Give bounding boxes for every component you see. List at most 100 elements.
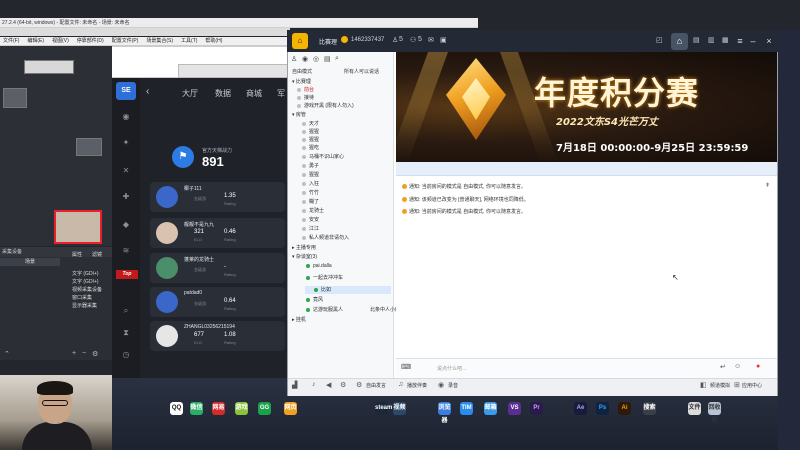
tree-group[interactable]: ▸ 主播专用: [292, 244, 316, 252]
tim-icon[interactable]: TIM: [460, 402, 473, 415]
close-button[interactable]: ×: [762, 34, 776, 48]
puzzle-icon[interactable]: ✚: [121, 192, 131, 202]
chevron-up-icon[interactable]: ⌃: [4, 350, 10, 358]
mic-icon[interactable]: ♪: [312, 381, 316, 388]
tree-item[interactable]: 江江: [302, 225, 319, 233]
search-icon[interactable]: ⌕: [335, 55, 339, 63]
vs-icon[interactable]: VS: [508, 402, 521, 415]
tree-user[interactable]: pai.dalla: [306, 262, 332, 270]
steam-icon[interactable]: steam: [375, 402, 392, 415]
tab-lobby[interactable]: 大厅: [182, 88, 198, 99]
source-item[interactable]: 窗口采集: [72, 294, 92, 301]
source-item[interactable]: 显示器采集: [72, 302, 97, 309]
edge-icon[interactable]: 浏览器: [438, 402, 451, 424]
tree-item[interactable]: 安安: [302, 216, 319, 224]
message-input-placeholder[interactable]: 说点什么吧...: [437, 365, 466, 372]
channel-sim-button[interactable]: 频道模拟: [710, 382, 730, 389]
tree-item[interactable]: 猩吃: [302, 144, 319, 152]
list-icon[interactable]: ▤: [324, 55, 331, 63]
channel-sim-icon[interactable]: ◧: [700, 381, 707, 389]
tree-user[interactable]: 竟风: [306, 296, 323, 304]
mic-icon[interactable]: ●: [756, 363, 760, 370]
send-icon[interactable]: ↵: [720, 363, 726, 371]
after-effects-icon[interactable]: Ae: [574, 402, 587, 415]
menu-profile[interactable]: 配置文件(P): [112, 37, 139, 45]
tree-item[interactable]: 马桶不识山家心: [302, 153, 344, 161]
menu-dock[interactable]: 停靠部件(D): [77, 37, 104, 45]
add-icon[interactable]: +: [72, 350, 76, 357]
minimize-button[interactable]: –: [746, 34, 760, 48]
chat-bubble-icon[interactable]: ▦: [722, 36, 729, 44]
tab-data[interactable]: 数据: [215, 88, 231, 99]
gg-icon[interactable]: GG: [258, 402, 271, 415]
source-item[interactable]: 视频采集设备: [72, 286, 102, 293]
gear-icon[interactable]: ⚙: [356, 381, 362, 389]
emoji-icon[interactable]: ☺: [734, 363, 741, 370]
music-icon[interactable]: ♫: [398, 381, 403, 388]
filters-button[interactable]: 滤镜: [92, 251, 102, 258]
tree-item[interactable]: 糊了: [302, 198, 319, 206]
apps-icon[interactable]: ⊞: [734, 381, 740, 389]
mail-icon[interactable]: ▤: [693, 36, 700, 44]
properties-button[interactable]: 属性: [72, 251, 82, 258]
search-app-icon[interactable]: 搜索: [643, 402, 656, 415]
source-item[interactable]: 文字 (GDI+): [72, 278, 99, 285]
scene-list-item[interactable]: 场景: [0, 258, 60, 266]
game-logo[interactable]: SE: [116, 82, 136, 100]
cube-icon[interactable]: ◆: [121, 220, 131, 230]
photoshop-icon[interactable]: Ps: [596, 402, 609, 415]
tree-item[interactable]: 入狂: [302, 180, 319, 188]
tree-item[interactable]: 游戏开黑 (限有人勿入): [297, 102, 354, 110]
menu-tools[interactable]: 工具(T): [181, 37, 197, 45]
menu-icon[interactable]: ≡: [733, 34, 747, 48]
video-icon[interactable]: 视频: [393, 402, 406, 415]
file-icon[interactable]: 文件: [688, 402, 701, 415]
home-button[interactable]: ⌂: [671, 33, 688, 50]
headset-icon[interactable]: ◉: [302, 55, 308, 63]
browser-icon[interactable]: 网页: [284, 402, 297, 415]
bell-icon[interactable]: ✉: [428, 36, 434, 44]
remove-icon[interactable]: −: [82, 350, 86, 357]
app-center-button[interactable]: 应用中心: [742, 382, 762, 389]
rank-card[interactable]: ZHANGL03256215194 677 ELO 1.08 Rating: [150, 321, 285, 351]
back-arrow-icon[interactable]: ‹: [146, 86, 149, 97]
clock-icon[interactable]: ◷: [121, 350, 131, 360]
tree-item[interactable]: 私人频道非请勿入: [302, 234, 349, 242]
gift-icon[interactable]: ▣: [440, 36, 447, 44]
settings-icon[interactable]: ⚙: [340, 381, 346, 389]
tab-army[interactable]: 军: [277, 88, 285, 99]
tree-user[interactable]: 一起去冲冲车: [306, 274, 343, 282]
menu-view[interactable]: 视图(V): [52, 37, 69, 45]
live-icon[interactable]: ◰: [656, 36, 663, 44]
mail-icon[interactable]: 邮箱: [484, 402, 497, 415]
free-speech-button[interactable]: 自由发言: [366, 382, 386, 389]
source-item[interactable]: 文字 (GDI+): [72, 270, 99, 277]
tree-item[interactable]: 前台: [297, 86, 314, 94]
rank-card[interactable]: patdad0 金级游 0.64 Rating: [150, 287, 285, 317]
search-icon[interactable]: ⌕: [121, 306, 131, 316]
pin-icon[interactable]: ⇞: [765, 182, 770, 189]
premiere-icon[interactable]: Pr: [530, 402, 543, 415]
tree-item[interactable]: 天才: [302, 120, 319, 128]
menu-file[interactable]: 文件(F): [3, 37, 19, 45]
rank-card[interactable]: 椰子111 金级游 1.35 Rating: [150, 182, 285, 212]
qq-icon[interactable]: QQ: [170, 402, 183, 415]
tree-group[interactable]: ▸ 挂机: [292, 316, 306, 324]
recycle-bin-icon[interactable]: 回收站: [708, 402, 721, 424]
tab-shop[interactable]: 商城: [246, 88, 262, 99]
tree-item[interactable]: 猩猩: [302, 171, 319, 179]
wechat-icon[interactable]: 微信: [190, 402, 203, 415]
menu-help[interactable]: 帮助(H): [205, 37, 222, 45]
menu-edit[interactable]: 编辑(E): [27, 37, 44, 45]
record-icon[interactable]: ◉: [438, 381, 444, 389]
tree-item[interactable]: 勇子: [302, 162, 319, 170]
tree-item[interactable]: 猩猩: [302, 136, 319, 144]
tree-group[interactable]: ▾ 杂谈室(3): [292, 253, 317, 261]
record-button[interactable]: 录音: [448, 382, 458, 389]
wifi-icon[interactable]: ≋: [121, 246, 131, 256]
pin-icon[interactable]: ◎: [313, 55, 319, 63]
rank-card[interactable]: 靓靓不是九九 321 ELO 0.46 Rating: [150, 218, 285, 248]
hourglass-icon[interactable]: ⧗: [121, 328, 131, 338]
gear-icon[interactable]: ⚙: [92, 350, 98, 358]
tree-item[interactable]: 龙骑士: [302, 207, 324, 215]
